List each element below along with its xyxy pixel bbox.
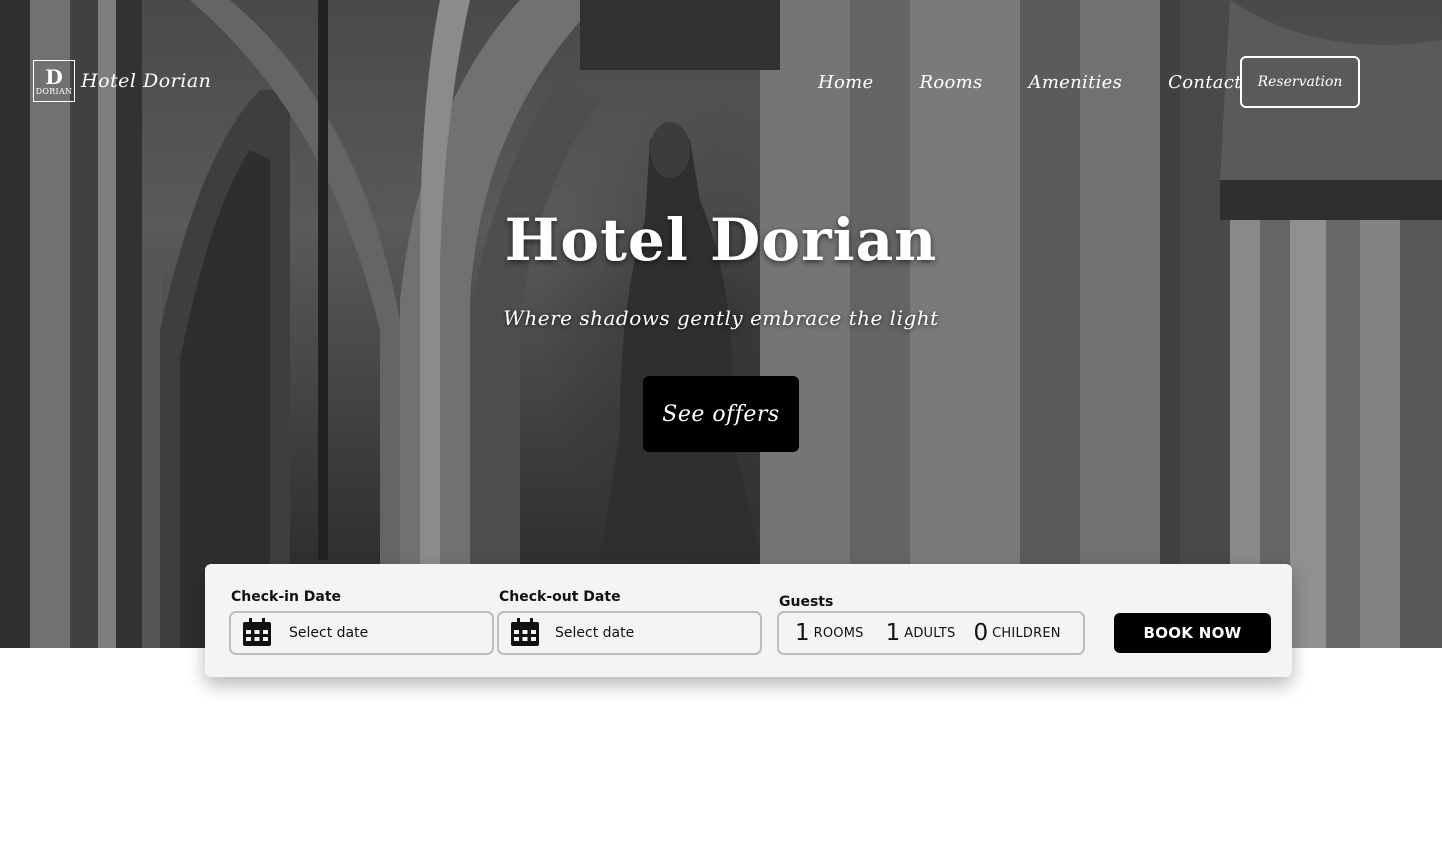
logo-wordmark-small: DORIAN	[35, 86, 73, 96]
children-label: CHILDREN	[992, 625, 1061, 641]
checkout-value: Select date	[555, 625, 635, 641]
hero-title: Hotel Dorian	[504, 206, 938, 274]
brand-name: Hotel Dorian	[81, 70, 212, 92]
hero-subtitle: Where shadows gently embrace the light	[503, 306, 939, 330]
rooms-count: 1	[795, 620, 810, 646]
book-now-button[interactable]: BOOK NOW	[1114, 613, 1271, 653]
checkout-label: Check-out Date	[499, 589, 621, 605]
reservation-button[interactable]: Reservation	[1240, 56, 1360, 108]
brand-logo[interactable]: D DORIAN Hotel Dorian	[33, 60, 211, 102]
checkin-label: Check-in Date	[231, 589, 342, 605]
main-nav: Home Rooms Amenities Contact	[818, 56, 1290, 108]
logo-mark: D DORIAN	[33, 60, 75, 102]
checkout-date-field[interactable]: Select date	[497, 611, 762, 655]
calendar-icon	[511, 618, 539, 646]
nav-amenities[interactable]: Amenities	[1029, 72, 1123, 93]
children-count: 0	[973, 620, 989, 646]
nav-home[interactable]: Home	[818, 72, 873, 93]
guests-selector[interactable]: 1 ROOMS 1 ADULTS 0 CHILDREN	[777, 611, 1085, 655]
calendar-icon	[243, 618, 271, 646]
logo-letter: D	[45, 64, 63, 89]
guests-label: Guests	[779, 594, 834, 610]
booking-form: Check-in Date Select date Check-out Date	[205, 564, 1292, 677]
adults-count: 1	[885, 620, 901, 646]
nav-contact[interactable]: Contact	[1168, 72, 1242, 93]
checkin-value: Select date	[289, 625, 369, 641]
checkin-date-field[interactable]: Select date	[229, 611, 494, 655]
see-offers-button[interactable]: See offers	[643, 376, 799, 452]
adults-label: ADULTS	[904, 625, 956, 641]
nav-rooms[interactable]: Rooms	[919, 72, 982, 93]
rooms-label: ROOMS	[813, 625, 864, 641]
